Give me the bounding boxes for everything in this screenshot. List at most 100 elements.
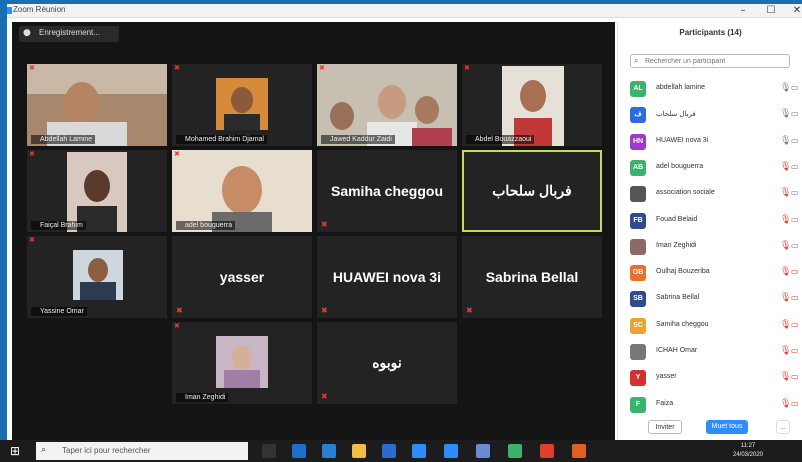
tile-name: Iman Zeghidi xyxy=(176,393,229,402)
camera-icon[interactable]: ▭ xyxy=(791,188,799,197)
avatar: FB xyxy=(630,212,646,229)
office-icon[interactable] xyxy=(572,444,586,458)
camera-icon[interactable]: ▭ xyxy=(791,267,799,276)
participant-photo xyxy=(216,336,268,388)
participant-name: Samiha cheggou xyxy=(656,320,709,328)
mic-icon[interactable]: 🎙 xyxy=(780,136,791,146)
explorer-icon[interactable] xyxy=(322,444,336,458)
system-clock[interactable]: 11:27 24/03/2020 xyxy=(728,442,768,460)
maximize-button[interactable]: ☐ xyxy=(757,4,785,18)
participant-row[interactable]: ف فربال سلحاب 🎙 ▭ xyxy=(630,102,800,128)
muted-mic-icon: ✖ xyxy=(29,236,35,244)
tile-name-large: نوبوه xyxy=(372,354,402,371)
video-tile[interactable]: ✖ Yassine Omar xyxy=(27,236,167,318)
folder-icon[interactable] xyxy=(352,444,366,458)
video-tile[interactable]: ✖ Jawed Kaddur Zaidi xyxy=(317,64,457,146)
muted-mic-icon[interactable]: 🎙 xyxy=(780,346,791,356)
participant-row[interactable]: OB Oulhaj Bouzeriba 🎙 ▭ xyxy=(630,260,800,286)
muted-mic-icon[interactable]: 🎙 xyxy=(780,320,791,330)
avatar xyxy=(630,186,646,203)
app-icon[interactable] xyxy=(476,444,490,458)
participant-row[interactable]: association sociale 🎙 ▭ xyxy=(630,181,800,207)
video-tile[interactable]: ✖ Mohamed Brahim Djamal xyxy=(172,64,312,146)
mic-icon[interactable]: 🎙 xyxy=(780,109,791,119)
participant-row[interactable]: AB adel bouguerra 🎙 ▭ xyxy=(630,155,800,181)
invite-button[interactable]: Inviter xyxy=(648,420,682,434)
muted-mic-icon[interactable]: 🎙 xyxy=(780,399,791,409)
participant-name: yasser xyxy=(656,373,677,381)
muted-mic-icon[interactable]: 🎙 xyxy=(780,188,791,198)
search-icon: ⌕ xyxy=(41,445,47,455)
muted-mic-icon[interactable]: 🎙 xyxy=(780,267,791,277)
muted-mic-icon[interactable]: 🎙 xyxy=(780,162,791,172)
minimize-button[interactable]: – xyxy=(729,4,757,18)
camera-icon[interactable]: ▭ xyxy=(791,215,799,224)
muted-mic-icon: ✖ xyxy=(319,64,325,72)
participant-row[interactable]: HN HUAWEI nova 3i 🎙 ▭ xyxy=(630,129,800,155)
chrome-icon[interactable] xyxy=(540,444,554,458)
muted-mic-icon[interactable]: 🎙 xyxy=(780,293,791,303)
app-icon[interactable] xyxy=(508,444,522,458)
muted-mic-icon: ✖ xyxy=(174,322,180,330)
participant-row[interactable]: ICHAH Omar 🎙 ▭ xyxy=(630,339,800,365)
participant-row[interactable]: FB Fouad Belaid 🎙 ▭ xyxy=(630,208,800,234)
muted-mic-icon[interactable]: 🎙 xyxy=(780,215,791,225)
avatar: ف xyxy=(630,107,646,124)
video-tile[interactable]: ✖ Abdellah Lamine xyxy=(27,64,167,146)
mail-icon[interactable] xyxy=(412,444,426,458)
camera-icon[interactable]: ▭ xyxy=(791,346,799,355)
camera-icon[interactable]: ▭ xyxy=(791,293,799,302)
edge-icon[interactable] xyxy=(292,444,306,458)
muted-mic-icon: ✖ xyxy=(321,392,328,401)
camera-icon[interactable]: ▭ xyxy=(791,372,799,381)
participant-search[interactable]: ⌕ xyxy=(630,54,790,68)
participant-row[interactable]: AL abdellah lamine 🎙 ▭ xyxy=(630,76,800,102)
video-tile[interactable]: Samiha cheggou ✖ xyxy=(317,150,457,232)
participant-row[interactable]: F Faiza 🎙 ▭ xyxy=(630,392,800,418)
record-icon: ● xyxy=(23,28,31,38)
taskbar-search[interactable]: ⌕ Taper ici pour rechercher xyxy=(36,442,248,460)
camera-icon[interactable]: ▭ xyxy=(791,241,799,250)
camera-icon[interactable]: ▭ xyxy=(791,83,799,92)
desktop: Zoom Réunion – ☐ ✕ ● Enregistrement... ✖… xyxy=(0,0,802,462)
more-button[interactable]: ... xyxy=(776,420,790,434)
participant-search-input[interactable] xyxy=(645,56,785,67)
participant-photo xyxy=(73,250,123,300)
video-tile[interactable]: Sabrina Bellal ✖ xyxy=(462,236,602,318)
muted-mic-icon[interactable]: 🎙 xyxy=(780,372,791,382)
muted-mic-icon: ✖ xyxy=(174,150,180,158)
video-tile[interactable]: ✖ Faiçal Brahim xyxy=(27,150,167,232)
video-tile-active-speaker[interactable]: فربال سلحاب xyxy=(462,150,602,232)
camera-icon[interactable]: ▭ xyxy=(791,162,799,171)
participant-row[interactable]: SB Sabrina Bellal 🎙 ▭ xyxy=(630,286,800,312)
participant-row[interactable]: SC Samiha cheggou 🎙 ▭ xyxy=(630,313,800,339)
avatar: Y xyxy=(630,370,646,387)
muted-mic-icon: ✖ xyxy=(174,64,180,72)
tile-name: Faiçal Brahim xyxy=(31,221,86,230)
close-button[interactable]: ✕ xyxy=(783,4,802,18)
zoom-taskbar-icon[interactable] xyxy=(444,444,458,458)
camera-icon[interactable]: ▭ xyxy=(791,109,799,118)
participant-row[interactable]: Yyasser 🎙 ▭ xyxy=(630,365,800,391)
video-tile[interactable]: ✖ Iman Zeghidi xyxy=(172,322,312,404)
windows-start-icon[interactable]: ⊞ xyxy=(10,445,22,457)
video-tile[interactable]: HUAWEI nova 3i ✖ xyxy=(317,236,457,318)
recording-indicator[interactable]: ● Enregistrement... xyxy=(19,26,119,42)
muted-mic-icon: ✖ xyxy=(321,220,328,229)
clock-time: 11:27 xyxy=(740,443,756,449)
task-view-icon[interactable] xyxy=(262,444,276,458)
video-tile[interactable]: ✖ Abdel Bouazzaoui xyxy=(462,64,602,146)
avatar: OB xyxy=(630,265,646,282)
mic-icon[interactable]: 🎙 xyxy=(780,83,791,93)
muted-mic-icon[interactable]: 🎙 xyxy=(780,241,791,251)
video-tile[interactable]: ✖ adel bouguerra xyxy=(172,150,312,232)
mute-all-button[interactable]: Muet tous xyxy=(706,420,748,434)
participant-row[interactable]: Iman Zeghidi 🎙 ▭ xyxy=(630,234,800,260)
camera-icon[interactable]: ▭ xyxy=(791,399,799,408)
video-tile[interactable]: yasser ✖ xyxy=(172,236,312,318)
title-bar: Zoom Réunion – ☐ ✕ xyxy=(7,4,802,18)
camera-icon[interactable]: ▭ xyxy=(791,320,799,329)
camera-icon[interactable]: ▭ xyxy=(791,136,799,145)
store-icon[interactable] xyxy=(382,444,396,458)
video-tile[interactable]: نوبوه ✖ xyxy=(317,322,457,404)
